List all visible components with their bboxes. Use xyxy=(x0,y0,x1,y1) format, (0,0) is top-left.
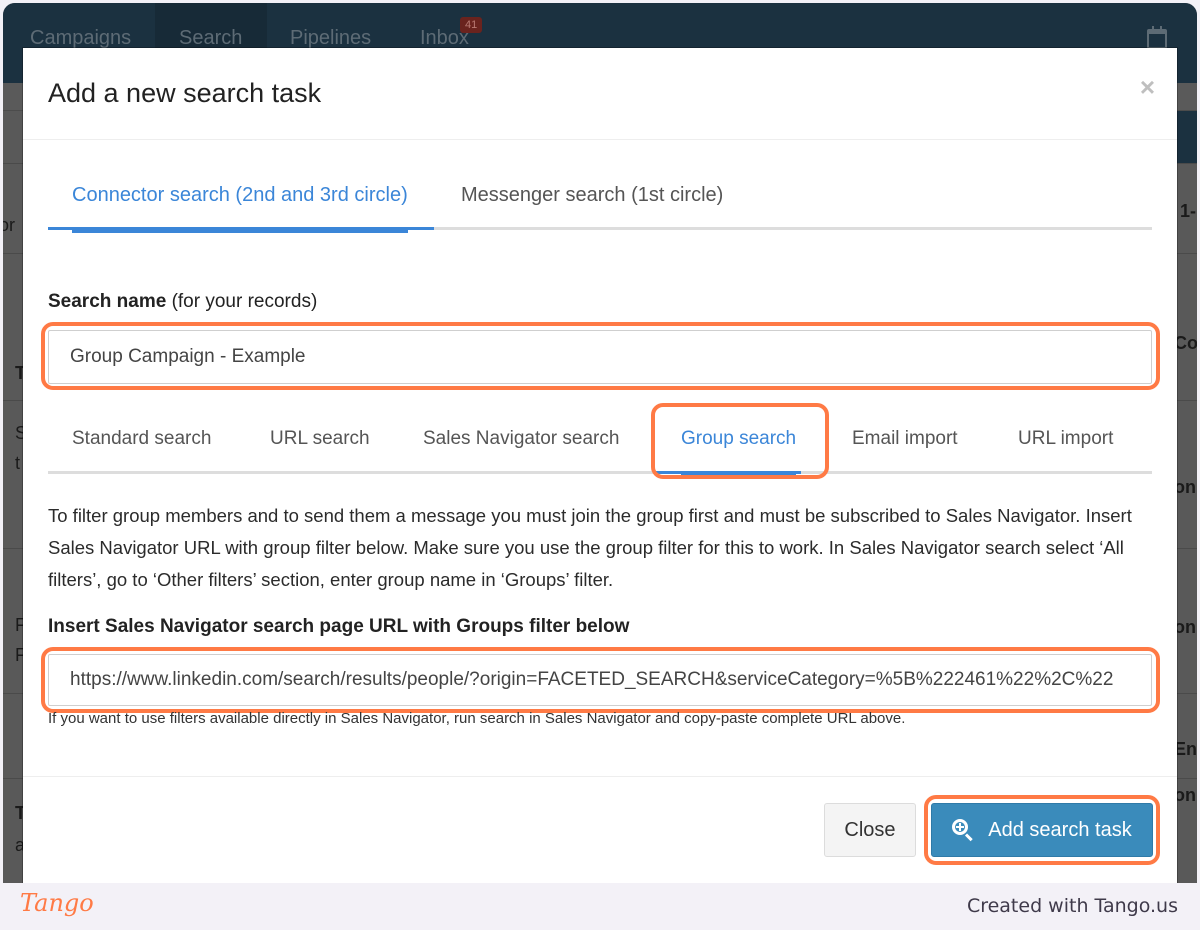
nav-pipelines[interactable]: Pipelines xyxy=(290,27,371,50)
tab-group-search[interactable]: Group search xyxy=(681,428,797,477)
tango-footer: Tango Created with Tango.us xyxy=(0,883,1200,930)
inbox-count-badge: 41 xyxy=(460,17,483,33)
bg-fragment: on xyxy=(1174,617,1196,637)
search-type-tabs: Connector search (2nd and 3rd circle) Me… xyxy=(48,178,1152,233)
zoom-in-icon xyxy=(952,819,974,842)
bg-fragment: Ent xyxy=(1174,739,1197,759)
active-tab-indicator xyxy=(48,227,434,230)
tab-url-import[interactable]: URL import xyxy=(1018,428,1113,474)
close-button-label: Close xyxy=(844,818,896,841)
search-method-tabs: Standard search URL search Sales Navigat… xyxy=(48,418,1152,477)
tab-sales-navigator-search[interactable]: Sales Navigator search xyxy=(423,428,619,474)
tab-email-import[interactable]: Email import xyxy=(852,428,958,474)
modal-footer-divider xyxy=(23,776,1177,777)
search-name-label-note: (for your records) xyxy=(171,291,318,312)
tab-connector-search[interactable]: Connector search (2nd and 3rd circle) xyxy=(72,178,408,233)
url-field-label: Insert Sales Navigator search page URL w… xyxy=(48,616,630,637)
add-search-task-button[interactable]: Add search task xyxy=(931,803,1153,857)
screenshot-frame: Campaigns Search Pipelines Inbox 41 or T… xyxy=(0,0,1200,930)
search-name-label-bold: Search name xyxy=(48,291,167,312)
close-button[interactable]: Close xyxy=(824,803,916,857)
bg-fragment: on xyxy=(1174,785,1196,805)
tab-standard-search[interactable]: Standard search xyxy=(72,428,211,474)
sales-navigator-url-input[interactable]: https://www.linkedin.com/search/results/… xyxy=(48,654,1152,706)
bg-fragment: Co xyxy=(1174,333,1197,353)
calendar-icon[interactable] xyxy=(1147,26,1167,49)
search-name-input[interactable]: Group Campaign - Example xyxy=(48,330,1152,384)
group-search-description: To filter group members and to send them… xyxy=(48,505,1132,590)
nav-search[interactable]: Search xyxy=(179,27,242,50)
bg-fragment: or xyxy=(3,215,16,235)
tango-logo: Tango xyxy=(20,889,94,917)
tab-url-search[interactable]: URL search xyxy=(270,428,370,474)
tab-messenger-search[interactable]: Messenger search (1st circle) xyxy=(461,178,723,230)
bg-fragment: on xyxy=(1174,477,1196,497)
close-icon[interactable]: × xyxy=(1140,72,1155,103)
search-name-label: Search name (for your records) xyxy=(48,291,317,313)
tango-credit: Created with Tango.us xyxy=(966,895,1178,917)
url-help-text: If you want to use filters available dir… xyxy=(48,710,906,727)
bg-fragment: t xyxy=(15,453,21,473)
active-subtab-indicator xyxy=(655,471,801,474)
bg-fragment: 1- xyxy=(1180,201,1197,221)
modal-title: Add a new search task xyxy=(48,78,322,108)
nav-campaigns[interactable]: Campaigns xyxy=(30,27,131,50)
add-search-task-modal: Add a new search task × Connector search… xyxy=(23,48,1177,883)
modal-header: Add a new search task × xyxy=(23,48,1177,140)
add-search-task-label: Add search task xyxy=(988,818,1132,841)
